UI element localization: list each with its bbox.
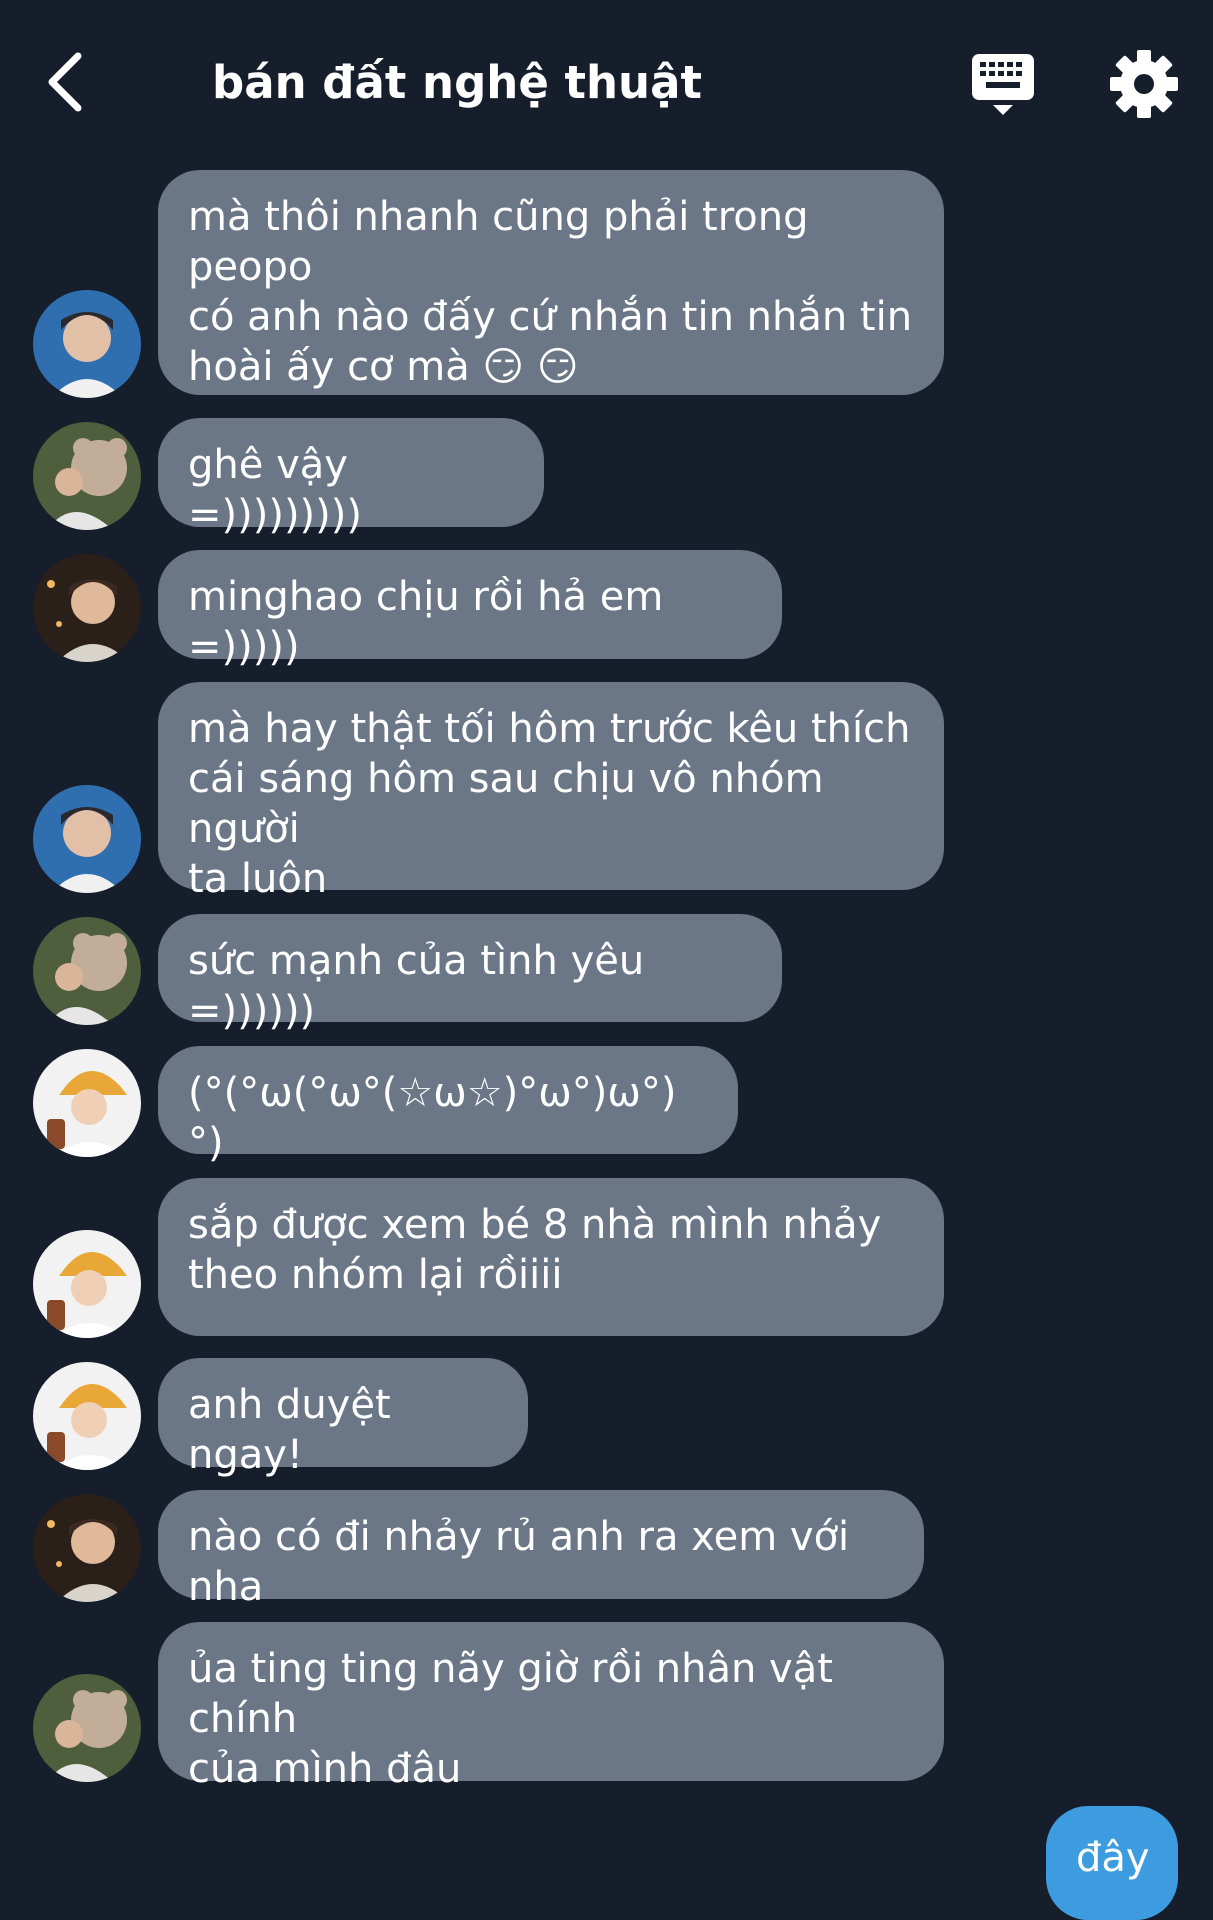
my-message-bubble[interactable]: đây: [1046, 1806, 1178, 1920]
chevron-left-icon: [48, 52, 82, 112]
message-bubble[interactable]: minghao chịu rồi hả em =))))): [158, 550, 782, 670]
message-bubble[interactable]: sức mạnh của tình yêu =)))))): [158, 914, 782, 1034]
avatar[interactable]: [33, 1362, 141, 1470]
avatar[interactable]: [33, 290, 141, 398]
avatar[interactable]: [33, 554, 141, 662]
back-button[interactable]: [38, 44, 98, 119]
avatar[interactable]: [33, 785, 141, 893]
message-bubble[interactable]: ủa ting ting nãy giờ rồi nhân vật chính …: [158, 1622, 944, 1792]
avatar-photo-a: [33, 785, 141, 893]
keyboard-icon: [972, 54, 1034, 115]
message-bubble[interactable]: mà thôi nhanh cũng phải trong peopo có a…: [158, 170, 944, 395]
avatar-photo-c: [33, 1494, 141, 1602]
chat-header: bán đất nghệ thuật: [0, 0, 1213, 165]
avatar-photo-c: [33, 554, 141, 662]
avatar[interactable]: [33, 422, 141, 530]
avatar[interactable]: [33, 917, 141, 1025]
message-bubble[interactable]: mà hay thật tối hôm trước kêu thích cái …: [158, 682, 944, 902]
chat-title: bán đất nghệ thuật: [212, 56, 702, 109]
avatar-photo-d: [33, 1049, 141, 1157]
avatar-photo-d: [33, 1362, 141, 1470]
settings-button[interactable]: [1108, 48, 1180, 120]
avatar-photo-a: [33, 290, 141, 398]
message-bubble[interactable]: nào có đi nhảy rủ anh ra xem với nha: [158, 1490, 924, 1610]
avatar-photo-b: [33, 422, 141, 530]
message-bubble[interactable]: ghê vậy =))))))))): [158, 418, 544, 538]
keyboard-button[interactable]: [968, 52, 1038, 118]
gear-icon: [1110, 50, 1178, 118]
avatar[interactable]: [33, 1230, 141, 1338]
avatar-photo-d: [33, 1230, 141, 1338]
message-bubble[interactable]: sắp được xem bé 8 nhà mình nhảy theo nhó…: [158, 1178, 944, 1336]
avatar[interactable]: [33, 1494, 141, 1602]
message-bubble[interactable]: (°(°ω(°ω°(☆ω☆)°ω°)ω°)°): [158, 1046, 738, 1166]
avatar-photo-b: [33, 917, 141, 1025]
avatar[interactable]: [33, 1049, 141, 1157]
avatar[interactable]: [33, 1674, 141, 1782]
avatar-photo-b: [33, 1674, 141, 1782]
message-bubble[interactable]: anh duyệt ngay!: [158, 1358, 528, 1478]
